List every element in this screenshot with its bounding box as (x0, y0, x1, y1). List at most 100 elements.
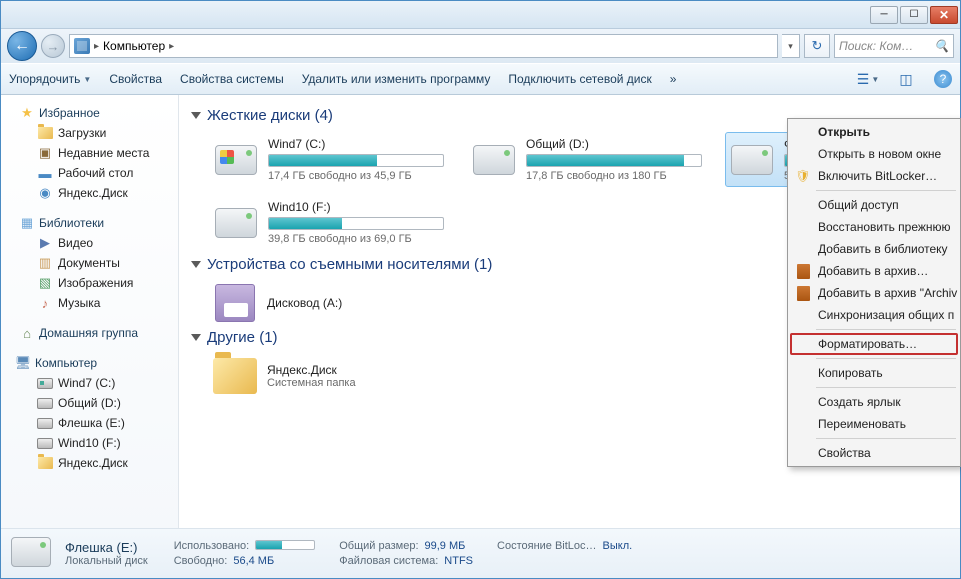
drive-common-d[interactable]: Общий (D:) 17,8 ГБ свободно из 180 ГБ (467, 132, 707, 187)
context-menu: Открыть Открыть в новом окне 🛡 Включить Bit… (787, 118, 961, 467)
capacity-bar (268, 217, 444, 230)
capacity-bar (268, 154, 444, 167)
breadcrumb-dropdown[interactable]: ▾ (782, 34, 800, 58)
homegroup-icon: ⌂ (19, 325, 35, 341)
drive-icon (37, 375, 53, 391)
disk-icon: ◉ (37, 185, 53, 201)
explorer-window: ─ ☐ ✕ ← → ▸ Компьютер ▸ ▾ ↻ Поиск: Ком… … (0, 0, 961, 579)
maximize-button[interactable]: ☐ (900, 6, 928, 24)
context-menu-item[interactable]: 🛡 Включить BitLocker… (790, 165, 958, 187)
collapse-icon (191, 334, 201, 341)
context-menu-item[interactable]: Копировать (790, 362, 958, 384)
command-bar: Упорядочить ▼ Свойства Свойства системы … (1, 63, 960, 95)
back-button[interactable]: ← (7, 31, 37, 61)
breadcrumb-text[interactable]: Компьютер (103, 39, 165, 53)
sidebar-videos[interactable]: ▶Видео (1, 233, 178, 253)
menu-item-label: Копировать (818, 366, 883, 380)
menu-item-label: Открыть в новом окне (818, 147, 941, 161)
sidebar-drive-f[interactable]: Wind10 (F:) (1, 433, 178, 453)
menu-separator (816, 329, 956, 330)
context-menu-item[interactable]: Свойства (790, 442, 958, 464)
sidebar-computer[interactable]: 🖥Компьютер (1, 353, 178, 373)
breadcrumb[interactable]: ▸ Компьютер ▸ (69, 34, 778, 58)
sidebar-drive-c[interactable]: Wind7 (C:) (1, 373, 178, 393)
rar-icon (795, 263, 811, 279)
capacity-bar (526, 154, 702, 167)
context-menu-item[interactable]: Общий доступ (790, 194, 958, 216)
properties-button[interactable]: Свойства (109, 72, 162, 86)
recent-icon: ▣ (37, 145, 53, 161)
drive-icon (37, 435, 53, 451)
sidebar-recent[interactable]: ▣Недавние места (1, 143, 178, 163)
document-icon: ▥ (37, 255, 53, 271)
shield-icon: 🛡 (795, 168, 811, 184)
sidebar-yandex-folder[interactable]: Яндекс.Диск (1, 453, 178, 473)
sidebar-libraries[interactable]: ▦Библиотеки (1, 213, 178, 233)
menu-item-label: Включить BitLocker… (818, 169, 937, 183)
rar-icon (795, 285, 811, 301)
chevron-down-icon: ▼ (83, 75, 91, 84)
view-button[interactable]: ☰▼ (858, 69, 878, 89)
refresh-button[interactable]: ↻ (804, 34, 830, 58)
menu-item-label: Синхронизация общих п (818, 308, 954, 322)
context-menu-item[interactable]: Добавить в архив… (790, 260, 958, 282)
floppy-icon (213, 285, 257, 321)
preview-pane-button[interactable]: ◫ (896, 69, 916, 89)
context-menu-item[interactable]: Синхронизация общих п (790, 304, 958, 326)
desktop-icon: ▬ (37, 165, 53, 181)
map-drive-button[interactable]: Подключить сетевой диск (508, 72, 651, 86)
details-title: Флешка (E:) (65, 540, 148, 555)
folder-icon (213, 358, 257, 394)
context-menu-item[interactable]: Форматировать… (790, 333, 958, 355)
details-pane: Флешка (E:) Локальный диск Использовано:… (1, 528, 960, 578)
overflow-button[interactable]: » (670, 72, 677, 86)
menu-item-label: Общий доступ (818, 198, 899, 212)
details-subtitle: Локальный диск (65, 555, 148, 567)
sidebar-documents[interactable]: ▥Документы (1, 253, 178, 273)
sidebar-downloads[interactable]: Загрузки (1, 123, 178, 143)
forward-button[interactable]: → (41, 34, 65, 58)
computer-icon: 🖥 (15, 355, 31, 371)
close-button[interactable]: ✕ (930, 6, 958, 24)
drive-icon (730, 142, 774, 178)
sidebar-homegroup[interactable]: ⌂Домашняя группа (1, 323, 178, 343)
menu-separator (816, 190, 956, 191)
drive-icon (214, 142, 258, 178)
menu-item-label: Открыть (818, 125, 870, 139)
drive-wind7-c[interactable]: Wind7 (C:) 17,4 ГБ свободно из 45,9 ГБ (209, 132, 449, 187)
sidebar-favorites[interactable]: ★Избранное (1, 103, 178, 123)
collapse-icon (191, 112, 201, 119)
drive-icon (37, 395, 53, 411)
picture-icon: ▧ (37, 275, 53, 291)
drive-wind10-f[interactable]: Wind10 (F:) 39,8 ГБ свободно из 69,0 ГБ (209, 195, 449, 250)
context-menu-item[interactable]: Добавить в библиотеку (790, 238, 958, 260)
context-menu-item[interactable]: Создать ярлык (790, 391, 958, 413)
search-placeholder: Поиск: Ком… (839, 39, 913, 53)
context-menu-item[interactable]: Добавить в архив "Archiv (790, 282, 958, 304)
chevron-right-icon: ▸ (169, 41, 174, 52)
folder-icon (37, 125, 53, 141)
sidebar-pictures[interactable]: ▧Изображения (1, 273, 178, 293)
video-icon: ▶ (37, 235, 53, 251)
organize-button[interactable]: Упорядочить ▼ (9, 72, 91, 86)
context-menu-item[interactable]: Открыть в новом окне (790, 143, 958, 165)
menu-item-label: Свойства (818, 446, 871, 460)
context-menu-item[interactable]: Переименовать (790, 413, 958, 435)
search-icon: 🔍 (934, 39, 949, 53)
uninstall-button[interactable]: Удалить или изменить программу (302, 72, 491, 86)
minimize-button[interactable]: ─ (870, 6, 898, 24)
context-menu-item[interactable]: Восстановить прежнюю (790, 216, 958, 238)
help-button[interactable]: ? (934, 70, 952, 88)
sidebar-drive-d[interactable]: Общий (D:) (1, 393, 178, 413)
sidebar-desktop[interactable]: ▬Рабочий стол (1, 163, 178, 183)
navigation-pane: ★Избранное Загрузки ▣Недавние места ▬Раб… (1, 95, 179, 528)
search-input[interactable]: Поиск: Ком… 🔍 (834, 34, 954, 58)
sidebar-music[interactable]: ♪Музыка (1, 293, 178, 313)
sidebar-drive-e[interactable]: Флешка (E:) (1, 413, 178, 433)
menu-separator (816, 438, 956, 439)
context-menu-item[interactable]: Открыть (790, 121, 958, 143)
sidebar-yandex-disk[interactable]: ◉Яндекс.Диск (1, 183, 178, 203)
drive-icon (472, 142, 516, 178)
menu-item-label: Переименовать (818, 417, 906, 431)
system-properties-button[interactable]: Свойства системы (180, 72, 284, 86)
